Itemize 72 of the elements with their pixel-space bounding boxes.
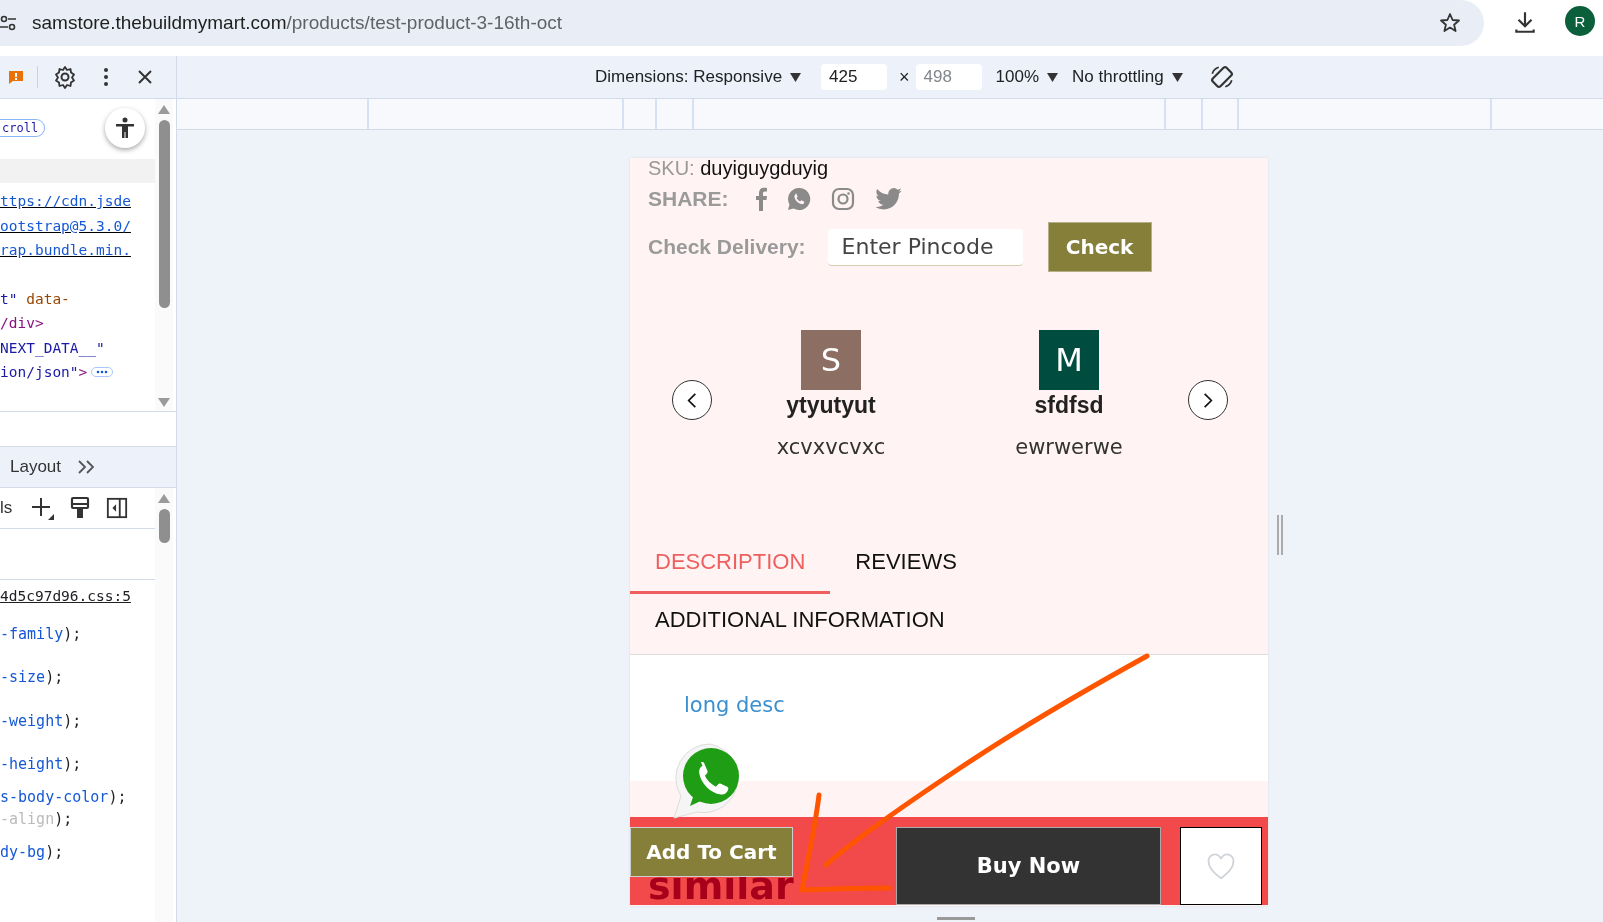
times-sign: × xyxy=(899,66,910,88)
previous-button[interactable] xyxy=(672,380,712,420)
check-delivery-label: Check Delivery: xyxy=(648,235,806,259)
more-options-icon[interactable] xyxy=(103,67,109,87)
code-link[interactable]: rap.bundle.min. xyxy=(0,242,131,259)
scrollbar[interactable] xyxy=(155,99,173,411)
caret-icon xyxy=(1047,72,1059,82)
zoom-dropdown[interactable]: 100% xyxy=(995,67,1040,87)
facebook-icon[interactable] xyxy=(754,187,767,211)
chevrons-icon[interactable] xyxy=(77,460,96,474)
star-icon[interactable] xyxy=(1438,11,1462,35)
issues-icon[interactable] xyxy=(8,69,24,85)
review-text: ewrwerwe xyxy=(1015,435,1123,459)
filter-label: ls xyxy=(0,498,13,518)
caret-icon xyxy=(790,72,802,82)
add-rule-icon[interactable] xyxy=(30,496,55,520)
resize-handle[interactable] xyxy=(1277,515,1283,555)
chevron-left-icon xyxy=(687,391,697,409)
instagram-icon[interactable] xyxy=(830,187,855,211)
stylesheet-link[interactable]: 4d5c97d96.css:5 xyxy=(0,588,155,612)
pincode-input[interactable]: Enter Pincode xyxy=(827,228,1023,266)
style-declaration: -size); xyxy=(0,668,64,687)
layout-tab[interactable]: Layout xyxy=(10,457,62,477)
description-text: long desc xyxy=(684,693,785,717)
close-icon[interactable] xyxy=(137,69,153,85)
settings-icon[interactable] xyxy=(53,65,77,89)
caret-icon xyxy=(1171,72,1183,82)
whatsapp-icon[interactable] xyxy=(786,187,811,211)
code-line: NEXT_DATA__" xyxy=(0,339,105,356)
style-declaration: s-body-color); xyxy=(0,788,127,806)
accessibility-button[interactable] xyxy=(105,108,145,148)
check-button[interactable]: Check xyxy=(1047,222,1152,272)
url-text: samstore.thebuildmymart.com/products/test-product-3-16th-oct xyxy=(32,12,564,34)
code-link[interactable]: ootstrap@5.3.0/ xyxy=(0,217,131,234)
tab[interactable]: ADDITIONAL INFORMATION xyxy=(630,594,970,654)
next-button[interactable] xyxy=(1188,380,1228,420)
rotate-icon[interactable] xyxy=(1208,64,1235,90)
code-line: ion/json"> xyxy=(0,364,88,381)
sku-value: duyiguygduyig xyxy=(700,157,829,179)
dimensions-dropdown[interactable]: Dimensions: Responsive xyxy=(595,67,783,87)
style-declaration: -family); xyxy=(0,624,82,643)
style-declaration: -weight); xyxy=(0,711,82,730)
sidebar-toggle-icon[interactable] xyxy=(106,497,129,519)
sku-label: SKU: xyxy=(648,157,695,179)
scrollbar[interactable] xyxy=(155,488,173,922)
site-settings-icon[interactable] xyxy=(0,15,16,31)
style-declaration: dy-bg); xyxy=(0,842,64,861)
reviewer-name: sfdfsd xyxy=(1034,392,1104,419)
code-link[interactable]: ttps://cdn.jsde xyxy=(0,193,131,210)
code-line: /div> xyxy=(0,315,44,332)
accessibility-icon xyxy=(113,116,137,140)
style-declaration: -align); xyxy=(0,810,73,828)
add-to-cart-button[interactable]: Add To Cart xyxy=(630,827,793,877)
twitter-icon[interactable] xyxy=(874,188,902,210)
address-bar[interactable]: samstore.thebuildmymart.com/products/test-product-3-16th-oct xyxy=(0,0,1484,46)
reviewer-avatar: S xyxy=(801,330,861,390)
throttling-dropdown[interactable]: No throttling xyxy=(1072,67,1164,87)
reviewer-avatar: M xyxy=(1039,330,1099,390)
height-input[interactable]: 498 xyxy=(915,64,982,90)
chevron-right-icon xyxy=(1203,391,1213,409)
share-label: SHARE: xyxy=(648,187,729,211)
buy-now-button[interactable]: Buy Now xyxy=(896,827,1161,905)
wishlist-button[interactable] xyxy=(1180,827,1262,905)
profile-avatar[interactable]: R xyxy=(1565,6,1595,36)
style-declaration: -height); xyxy=(0,755,82,774)
paint-roller-icon[interactable] xyxy=(70,496,91,520)
code-line: t" data- xyxy=(0,290,70,307)
download-icon[interactable] xyxy=(1512,9,1538,35)
tab[interactable]: REVIEWS xyxy=(830,532,982,594)
width-input[interactable]: 425 xyxy=(821,64,888,90)
reviewer-name: ytyutyut xyxy=(786,392,876,419)
review-text: xcvxvcvxc xyxy=(776,435,886,459)
